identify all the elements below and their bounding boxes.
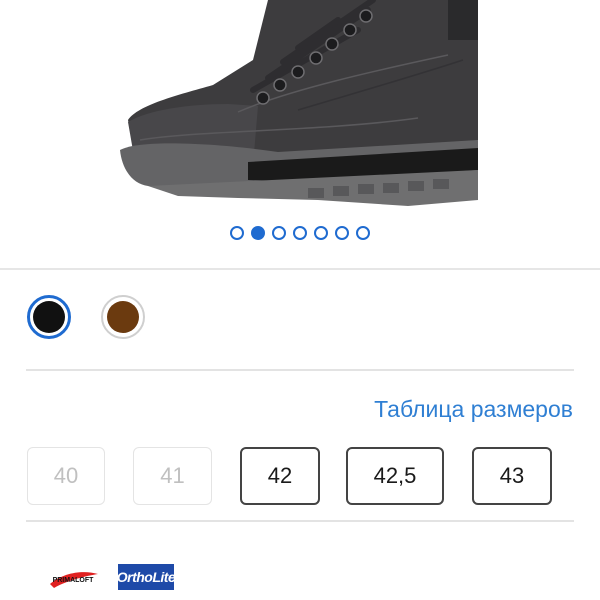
pagination-dot[interactable] (230, 226, 244, 240)
color-swatch-brown[interactable] (101, 295, 145, 339)
pagination-dot-active[interactable] (251, 226, 265, 240)
color-fill-brown (107, 301, 139, 333)
pagination-dot[interactable] (293, 226, 307, 240)
pagination-dot[interactable] (335, 226, 349, 240)
size-option-42[interactable]: 42 (240, 447, 320, 505)
pagination-dot[interactable] (272, 226, 286, 240)
technology-logos: PRIMALOFT OrthoLite (46, 562, 176, 592)
pagination-dot[interactable] (356, 226, 370, 240)
color-swatch-black[interactable] (27, 295, 71, 339)
svg-text:PRIMALOFT: PRIMALOFT (53, 577, 95, 584)
color-fill-black (33, 301, 65, 333)
ortholite-logo: OrthoLite (117, 564, 176, 590)
size-option-40[interactable]: 40 (27, 447, 105, 505)
gallery-pagination (0, 226, 600, 244)
section-divider (0, 268, 600, 270)
size-option-41[interactable]: 41 (133, 447, 212, 505)
size-option-43[interactable]: 43 (472, 447, 552, 505)
size-option-42-5[interactable]: 42,5 (346, 447, 444, 505)
section-divider (26, 369, 574, 371)
section-divider (26, 520, 574, 522)
boot-illustration (120, 0, 478, 206)
size-chart-link[interactable]: Таблица размеров (374, 396, 573, 423)
pagination-dot[interactable] (314, 226, 328, 240)
primaloft-logo: PRIMALOFT (50, 572, 98, 588)
product-image[interactable] (118, 0, 478, 222)
